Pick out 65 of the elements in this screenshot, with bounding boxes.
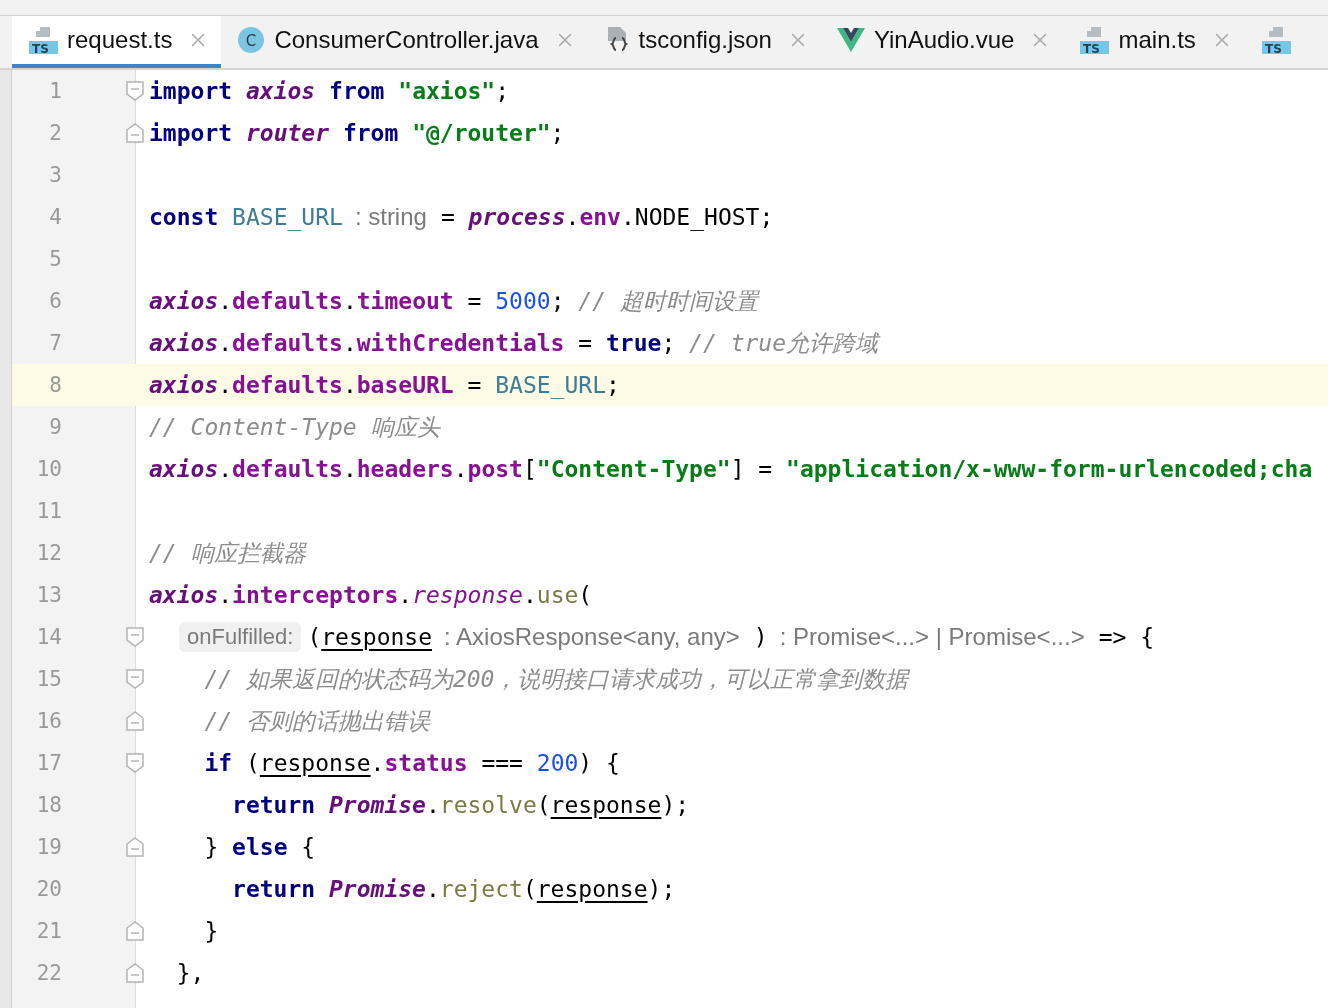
editor-tab[interactable]: YinAudio.vue (820, 16, 1064, 68)
line-number: 7 (48, 331, 62, 355)
type-hint: : AxiosResponse<any, any> (444, 623, 740, 651)
line-number: 18 (35, 793, 62, 817)
line-number: 12 (35, 541, 62, 565)
code-text: if (response.status === 200) { (203, 750, 620, 776)
fold-marker-icon[interactable] (126, 123, 144, 143)
code-text: }, (175, 960, 205, 986)
code-text: const BASE_URL (149, 204, 343, 230)
fold-marker-icon[interactable] (126, 753, 144, 773)
line-number: 19 (35, 835, 62, 859)
line-number: 15 (35, 667, 62, 691)
line-number: 21 (35, 919, 62, 943)
code-text: // 否则的话抛出错误 (203, 706, 430, 736)
editor-tab[interactable]: tsconfig.json (587, 16, 821, 68)
code-text: return Promise.reject(response); (231, 876, 676, 902)
editor-tab[interactable]: TS (1244, 16, 1303, 68)
line-number: 14 (35, 625, 62, 649)
type-hint: : Promise<...> | Promise<...> (779, 623, 1085, 651)
line-number: 11 (35, 499, 62, 523)
line-number: 5 (48, 247, 62, 271)
type-hint: : string (354, 203, 427, 231)
code-text: } else { (203, 834, 316, 860)
code-text: (response (307, 624, 433, 650)
vue-logo-icon (836, 27, 865, 53)
code-text: import axios from "axios"; (149, 78, 510, 104)
line-number: 9 (48, 415, 62, 439)
code-text: } (203, 918, 219, 944)
line-number: 3 (48, 163, 62, 187)
line-number: 22 (35, 961, 62, 985)
line-number: 10 (35, 457, 62, 481)
code-text: => { (1098, 624, 1155, 650)
fold-marker-icon[interactable] (126, 627, 144, 647)
code-text: axios.defaults.baseURL = BASE_URL; (149, 372, 620, 398)
fold-marker-icon[interactable] (126, 837, 144, 857)
line-number: 17 (35, 751, 62, 775)
line-number: 13 (35, 583, 62, 607)
code-text: = process.env.NODE_HOST; (440, 204, 774, 230)
editor-tab[interactable]: TS request.ts (12, 16, 222, 68)
code-text: ) (753, 624, 768, 650)
line-number: 8 (48, 373, 62, 397)
editor-tab[interactable]: TS main.ts (1063, 16, 1245, 68)
line-number: 1 (48, 79, 62, 103)
code-text: axios.defaults.headers.post["Content-Type"] = "application/x-www-form-urlencoded;cha (149, 456, 1313, 482)
line-number: 2 (48, 121, 62, 145)
code-text: import router from "@/router"; (149, 120, 565, 146)
line-number: 16 (35, 709, 62, 733)
fold-marker-icon[interactable] (126, 669, 144, 689)
line-number: 6 (48, 289, 62, 313)
code-text: // Content-Type 响应头 (149, 412, 440, 442)
code-text: axios.defaults.withCredentials = true; // true允许跨域 (149, 328, 879, 358)
code-text: axios.defaults.timeout = 5000; // 超时时间设置 (149, 286, 758, 316)
fold-marker-icon[interactable] (126, 711, 144, 731)
fold-marker-icon[interactable] (126, 81, 144, 101)
parameter-hint: onFulfilled: (179, 622, 302, 652)
line-number: 20 (35, 877, 62, 901)
code-text: return Promise.resolve(response); (231, 792, 690, 818)
fold-marker-icon[interactable] (126, 921, 144, 941)
editor-tab[interactable]: C ConsumerController.java (221, 16, 588, 68)
code-text: // 如果返回的状态码为200，说明接口请求成功，可以正常拿到数据 (203, 664, 909, 694)
line-number: 4 (48, 205, 62, 229)
code-text: axios.interceptors.response.use( (149, 582, 593, 608)
code-text: // 响应拦截器 (149, 538, 306, 568)
fold-marker-icon[interactable] (126, 963, 144, 983)
class-icon: C (237, 26, 266, 54)
